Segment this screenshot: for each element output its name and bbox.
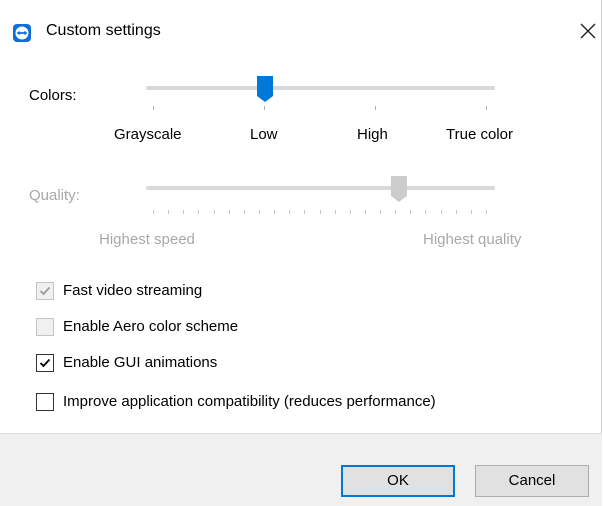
- quality-tick: [441, 210, 442, 214]
- quality-tick: [350, 210, 351, 214]
- title-bar: Custom settings: [0, 0, 602, 42]
- quality-slider-thumb: [390, 175, 408, 203]
- colors-tick: [264, 106, 265, 110]
- quality-tick: [335, 210, 336, 214]
- enable-aero-color-scheme-checkbox[interactable]: [36, 318, 54, 336]
- quality-tick: [425, 210, 426, 214]
- quality-tick: [365, 210, 366, 214]
- enable-aero-color-scheme-label[interactable]: Enable Aero color scheme: [63, 318, 238, 335]
- quality-tick: [153, 210, 154, 214]
- quality-tick: [304, 210, 305, 214]
- fast-video-streaming-label[interactable]: Fast video streaming: [63, 282, 202, 299]
- teamviewer-icon: [13, 24, 31, 42]
- checkmark-icon: [39, 358, 51, 368]
- enable-gui-animations-label[interactable]: Enable GUI animations: [63, 354, 217, 371]
- colors-option-high: High: [357, 126, 388, 143]
- checkmark-icon: [39, 286, 51, 296]
- colors-slider-thumb[interactable]: [256, 75, 274, 103]
- fast-video-streaming-checkbox[interactable]: [36, 282, 54, 300]
- colors-slider-track[interactable]: [146, 86, 495, 90]
- quality-tick: [471, 210, 472, 214]
- quality-tick: [320, 210, 321, 214]
- improve-application-compatibility-checkbox[interactable]: [36, 393, 54, 411]
- quality-tick: [259, 210, 260, 214]
- quality-tick: [168, 210, 169, 214]
- colors-tick: [375, 106, 376, 110]
- quality-label: Quality:: [29, 187, 80, 204]
- quality-slider-track: [146, 186, 495, 190]
- colors-option-true-color: True color: [446, 126, 513, 143]
- colors-option-low: Low: [250, 126, 278, 143]
- colors-tick: [486, 106, 487, 110]
- improve-application-compatibility-label[interactable]: Improve application compatibility (reduc…: [63, 393, 436, 410]
- quality-tick: [410, 210, 411, 214]
- custom-settings-dialog: Custom settings Colors: Grayscale Low Hi…: [0, 0, 602, 506]
- quality-tick: [274, 210, 275, 214]
- colors-tick: [153, 106, 154, 110]
- quality-tick: [183, 210, 184, 214]
- quality-tick: [214, 210, 215, 214]
- quality-max-label: Highest quality: [423, 231, 522, 248]
- ok-button[interactable]: OK: [341, 465, 455, 497]
- colors-label: Colors:: [29, 87, 77, 104]
- quality-tick: [380, 210, 381, 214]
- colors-option-grayscale: Grayscale: [114, 126, 182, 143]
- quality-tick: [395, 210, 396, 214]
- quality-tick: [198, 210, 199, 214]
- dialog-title: Custom settings: [46, 22, 161, 39]
- quality-min-label: Highest speed: [99, 231, 195, 248]
- quality-tick: [229, 210, 230, 214]
- cancel-button[interactable]: Cancel: [475, 465, 589, 497]
- quality-tick: [289, 210, 290, 214]
- enable-gui-animations-checkbox[interactable]: [36, 354, 54, 372]
- close-button[interactable]: [576, 18, 602, 44]
- button-bar: OK Cancel: [0, 433, 602, 506]
- quality-tick: [244, 210, 245, 214]
- close-icon: [580, 23, 596, 39]
- quality-tick: [486, 210, 487, 214]
- quality-tick: [456, 210, 457, 214]
